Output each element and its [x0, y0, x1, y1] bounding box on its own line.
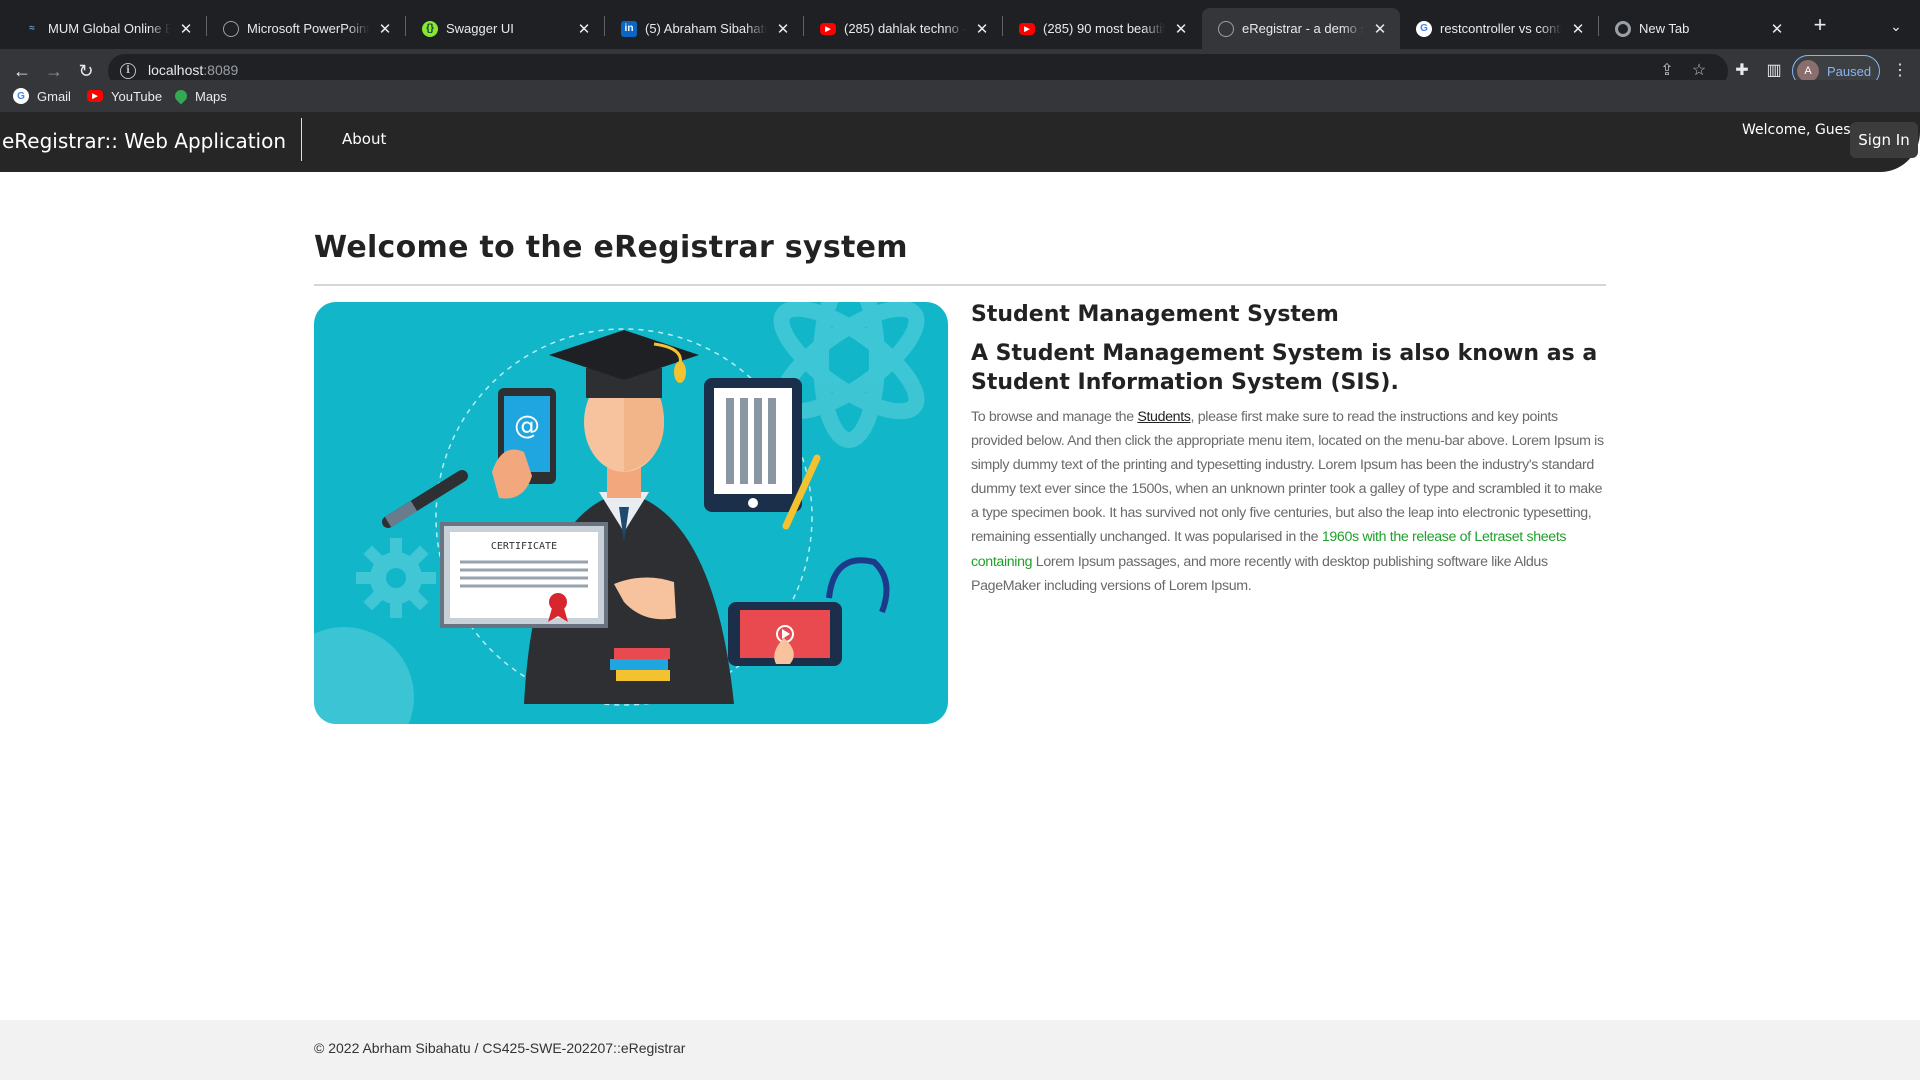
books-icon — [610, 648, 670, 692]
tab-search-chevron-icon[interactable]: ⌄ — [1882, 12, 1910, 40]
browser-tab[interactable]: in (5) Abraham Sibahatu | ✕ — [605, 8, 803, 49]
browser-tab[interactable]: {} Swagger UI ✕ — [406, 8, 604, 49]
intro-text: To browse and manage the — [971, 409, 1138, 425]
profile-status: Paused — [1827, 63, 1872, 79]
youtube-icon: ▶ — [1019, 22, 1035, 35]
bookmark-youtube[interactable]: ▶ YouTube — [87, 86, 162, 106]
browser-tab-title: (285) 90 most beautiful — [1043, 21, 1165, 36]
page-title: Welcome to the eRegistrar system — [314, 230, 908, 265]
maps-pin-icon — [172, 87, 190, 105]
close-tab-icon[interactable]: ✕ — [176, 20, 196, 38]
gear-icon — [314, 627, 414, 724]
browser-tab-title: (285) dahlak techno - Y — [844, 21, 966, 36]
avatar: A — [1797, 60, 1819, 82]
browser-tab-title: New Tab — [1639, 21, 1690, 36]
title-divider — [314, 284, 1606, 286]
section-title: Student Management System — [971, 302, 1339, 327]
sign-in-button[interactable]: Sign In — [1850, 122, 1918, 158]
app-brand[interactable]: eRegistrar:: Web Application — [2, 129, 286, 153]
svg-text:@: @ — [514, 411, 540, 441]
close-tab-icon[interactable]: ✕ — [972, 20, 992, 38]
browser-tab[interactable]: New Tab ✕ — [1599, 8, 1797, 49]
browser-tab-title: restcontroller vs contro — [1440, 21, 1562, 36]
close-tab-icon[interactable]: ✕ — [1171, 20, 1191, 38]
intro-paragraph: To browse and manage the Students, pleas… — [971, 405, 1611, 598]
bookmarks-bar: G Gmail ▶ YouTube Maps — [0, 80, 1920, 112]
browser-tab[interactable]: G restcontroller vs contro ✕ — [1400, 8, 1598, 49]
students-link[interactable]: Students — [1137, 409, 1191, 425]
browser-tab-strip: ≈ MUM Global Online Edu ✕ Microsoft Powe… — [0, 0, 1920, 49]
browser-tab[interactable]: ▶ (285) dahlak techno - Y ✕ — [804, 8, 1002, 49]
section-subtitle: A Student Management System is also know… — [971, 341, 1598, 395]
page-footer: © 2022 Abrham Sibahatu / CS425-SWE-20220… — [0, 1020, 1920, 1080]
bookmark-maps[interactable]: Maps — [172, 86, 227, 106]
nav-about-link[interactable]: About — [342, 130, 386, 148]
bookmark-label: Gmail — [37, 88, 71, 104]
browser-tab-title: (5) Abraham Sibahatu | — [645, 21, 767, 36]
close-tab-icon[interactable]: ✕ — [1370, 20, 1390, 38]
swagger-icon: {} — [422, 20, 438, 37]
welcome-guest-text: Welcome, Guest — [1742, 122, 1857, 138]
graduate-illustration-svg: @ CERTIFICATE — [314, 302, 925, 724]
chrome-icon — [1615, 20, 1631, 37]
globe-icon — [223, 20, 239, 37]
bookmark-label: YouTube — [111, 88, 163, 104]
bookmark-gmail[interactable]: G Gmail — [13, 86, 71, 106]
close-tab-icon[interactable]: ✕ — [1767, 20, 1787, 38]
intro-text: Lorem Ipsum passages, and more recently … — [971, 553, 1548, 594]
address-url[interactable]: localhost:8089 — [148, 62, 238, 78]
youtube-icon: ▶ — [820, 22, 836, 35]
google-icon: G — [1416, 20, 1432, 37]
site-info-icon[interactable]: i — [120, 63, 136, 79]
youtube-icon: ▶ — [87, 90, 103, 102]
browser-tab-title: eRegistrar - a demo spr — [1242, 21, 1364, 36]
mum-favicon-icon: ≈ — [29, 23, 35, 34]
close-tab-icon[interactable]: ✕ — [574, 20, 594, 38]
browser-tab-title: Microsoft PowerPoint - — [247, 21, 369, 36]
browser-tab-active[interactable]: eRegistrar - a demo spr ✕ — [1202, 8, 1400, 49]
google-icon: G — [13, 88, 29, 104]
app-navbar: eRegistrar:: Web Application About Welco… — [0, 112, 1920, 172]
share-icon[interactable]: ⇪ — [1656, 60, 1678, 82]
browser-tab-title: MUM Global Online Edu — [48, 21, 170, 36]
close-tab-icon[interactable]: ✕ — [1568, 20, 1588, 38]
close-tab-icon[interactable]: ✕ — [773, 20, 793, 38]
close-tab-icon[interactable]: ✕ — [375, 20, 395, 38]
bookmark-label: Maps — [195, 88, 227, 104]
browser-tab[interactable]: ▶ (285) 90 most beautiful ✕ — [1003, 8, 1201, 49]
intro-text: , please first make sure to read the ins… — [971, 409, 1604, 546]
browser-tab-title: Swagger UI — [446, 21, 514, 36]
linkedin-icon: in — [621, 20, 637, 37]
bookmark-star-icon[interactable]: ☆ — [1688, 60, 1710, 82]
new-tab-plus-icon[interactable]: + — [1806, 12, 1834, 40]
certificate-label: CERTIFICATE — [491, 541, 557, 552]
navbar-divider — [301, 118, 302, 161]
browser-tab[interactable]: ≈ MUM Global Online Edu ✕ — [8, 8, 206, 49]
globe-icon — [1218, 20, 1234, 37]
hero-illustration: @ CERTIFICATE — [314, 302, 948, 724]
browser-tab[interactable]: Microsoft PowerPoint - ✕ — [207, 8, 405, 49]
footer-copyright: © 2022 Abrham Sibahatu / CS425-SWE-20220… — [314, 1040, 686, 1056]
